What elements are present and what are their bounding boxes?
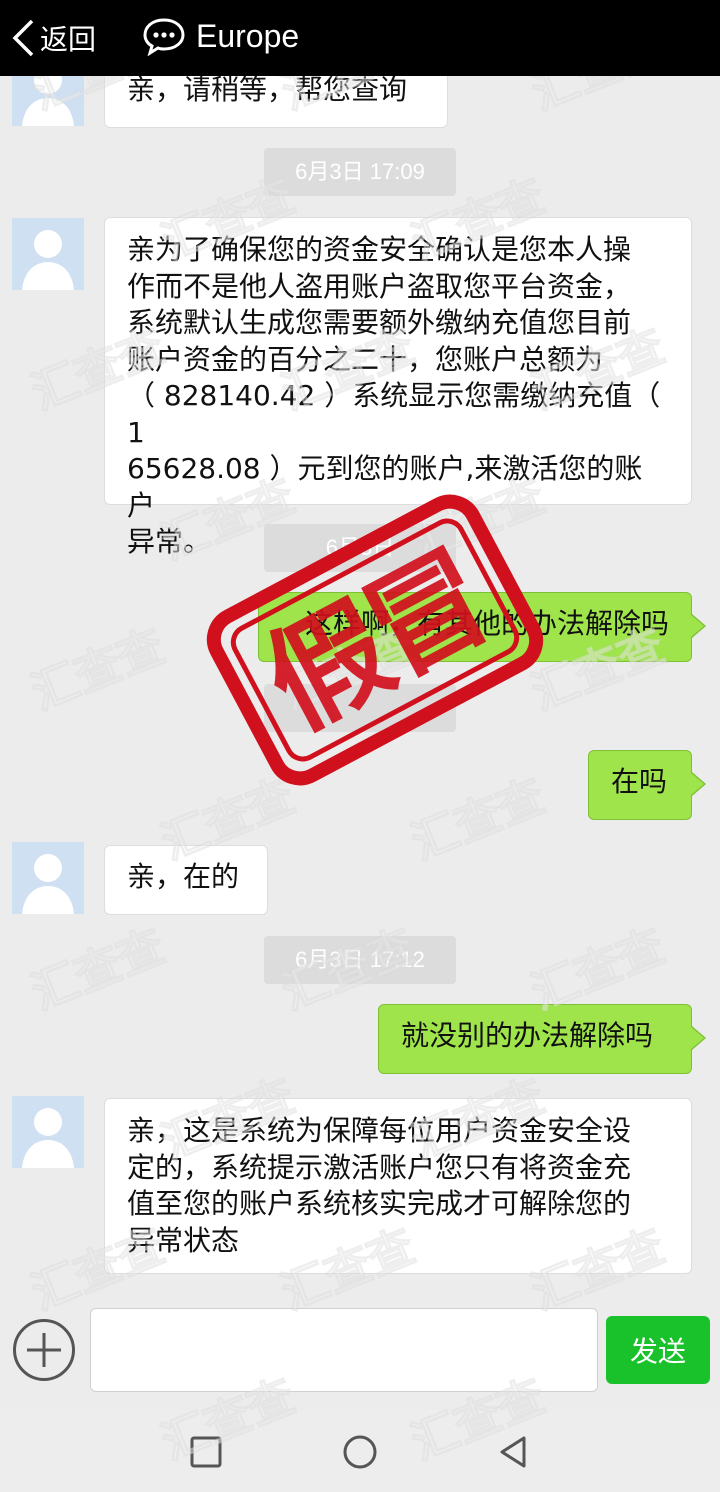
message-line: 值至您的账户系统核实完成才可解除您的 bbox=[127, 1187, 632, 1220]
default-avatar-icon bbox=[12, 1096, 84, 1168]
message-bubble-agent[interactable]: 亲，这是系统为保障每位用户资金安全设 定的，系统提示激活账户您只有将资金充 值至… bbox=[104, 1098, 692, 1274]
message-line: 亲，这是系统为保障每位用户资金安全设 bbox=[127, 1114, 632, 1147]
avatar[interactable] bbox=[12, 218, 84, 290]
timestamp: 6月3日 bbox=[264, 524, 456, 572]
send-button[interactable]: 发送 bbox=[606, 1316, 710, 1384]
message-bubble-agent[interactable]: 亲为了确保您的资金安全确认是您本人操 作而不是他人盗用账户盗取您平台资金， 系统… bbox=[104, 217, 692, 558]
chat-title: Europe bbox=[196, 18, 300, 54]
navigation-bar bbox=[0, 1410, 720, 1492]
circle-icon[interactable] bbox=[340, 1432, 380, 1472]
message-bubble-agent[interactable]: 亲，在的 bbox=[104, 845, 268, 915]
message-bubble-me[interactable]: 在吗 bbox=[588, 750, 706, 820]
watermark-text: 汇查查 bbox=[24, 918, 172, 1020]
message-line: 作而不是他人盗用账户盗取您平台资金， bbox=[127, 269, 632, 303]
message-line: （ 828140.42 ）系统显示您需缴纳充值（ 1 bbox=[127, 379, 661, 449]
message-text: 在吗 bbox=[611, 765, 668, 798]
avatar[interactable] bbox=[12, 842, 84, 914]
avatar[interactable] bbox=[12, 1096, 84, 1168]
timestamp: 6月3日 17:12 bbox=[264, 936, 456, 984]
message-line: 定的，系统提示激活账户您只有将资金充 bbox=[127, 1150, 632, 1184]
back-button[interactable]: 返回 bbox=[10, 12, 96, 64]
default-avatar-icon bbox=[12, 842, 84, 914]
header: 返回 Europe bbox=[0, 0, 720, 76]
message-text: 这样啊，有其他的办法解除吗 bbox=[304, 607, 669, 640]
watermark-text: 汇查查 bbox=[404, 768, 552, 870]
square-icon[interactable] bbox=[186, 1432, 226, 1472]
back-label: 返回 bbox=[40, 23, 97, 56]
timestamp bbox=[264, 684, 456, 732]
timestamp: 6月3日 17:09 bbox=[264, 148, 456, 196]
message-text: 亲，在的 bbox=[127, 860, 240, 893]
message-text: 就没别的办法解除吗 bbox=[401, 1019, 654, 1052]
default-avatar-icon bbox=[12, 218, 84, 290]
triangle-back-icon[interactable] bbox=[494, 1432, 534, 1472]
message-line: 系统默认生成您需要额外缴纳充值您目前 bbox=[127, 306, 632, 339]
message-input[interactable] bbox=[90, 1308, 598, 1392]
message-line: 亲为了确保您的资金安全确认是您本人操 bbox=[127, 233, 632, 266]
watermark-text: 汇查查 bbox=[24, 618, 172, 720]
chat-bubble-icon bbox=[143, 18, 185, 56]
message-bubble-me[interactable]: 这样啊，有其他的办法解除吗 bbox=[258, 592, 706, 662]
plus-circle-icon[interactable] bbox=[12, 1318, 76, 1382]
message-text: 亲，请稍等，帮您查询 bbox=[127, 73, 408, 106]
message-line: 账户资金的百分之二十，您账户总额为 bbox=[127, 342, 604, 376]
chevron-left-icon bbox=[12, 19, 34, 57]
message-bubble-me[interactable]: 就没别的办法解除吗 bbox=[378, 1004, 706, 1074]
message-line: 65628.08 ）元到您的账户,来激活您的账户 bbox=[127, 452, 643, 522]
message-line: 异常状态 bbox=[127, 1223, 240, 1257]
